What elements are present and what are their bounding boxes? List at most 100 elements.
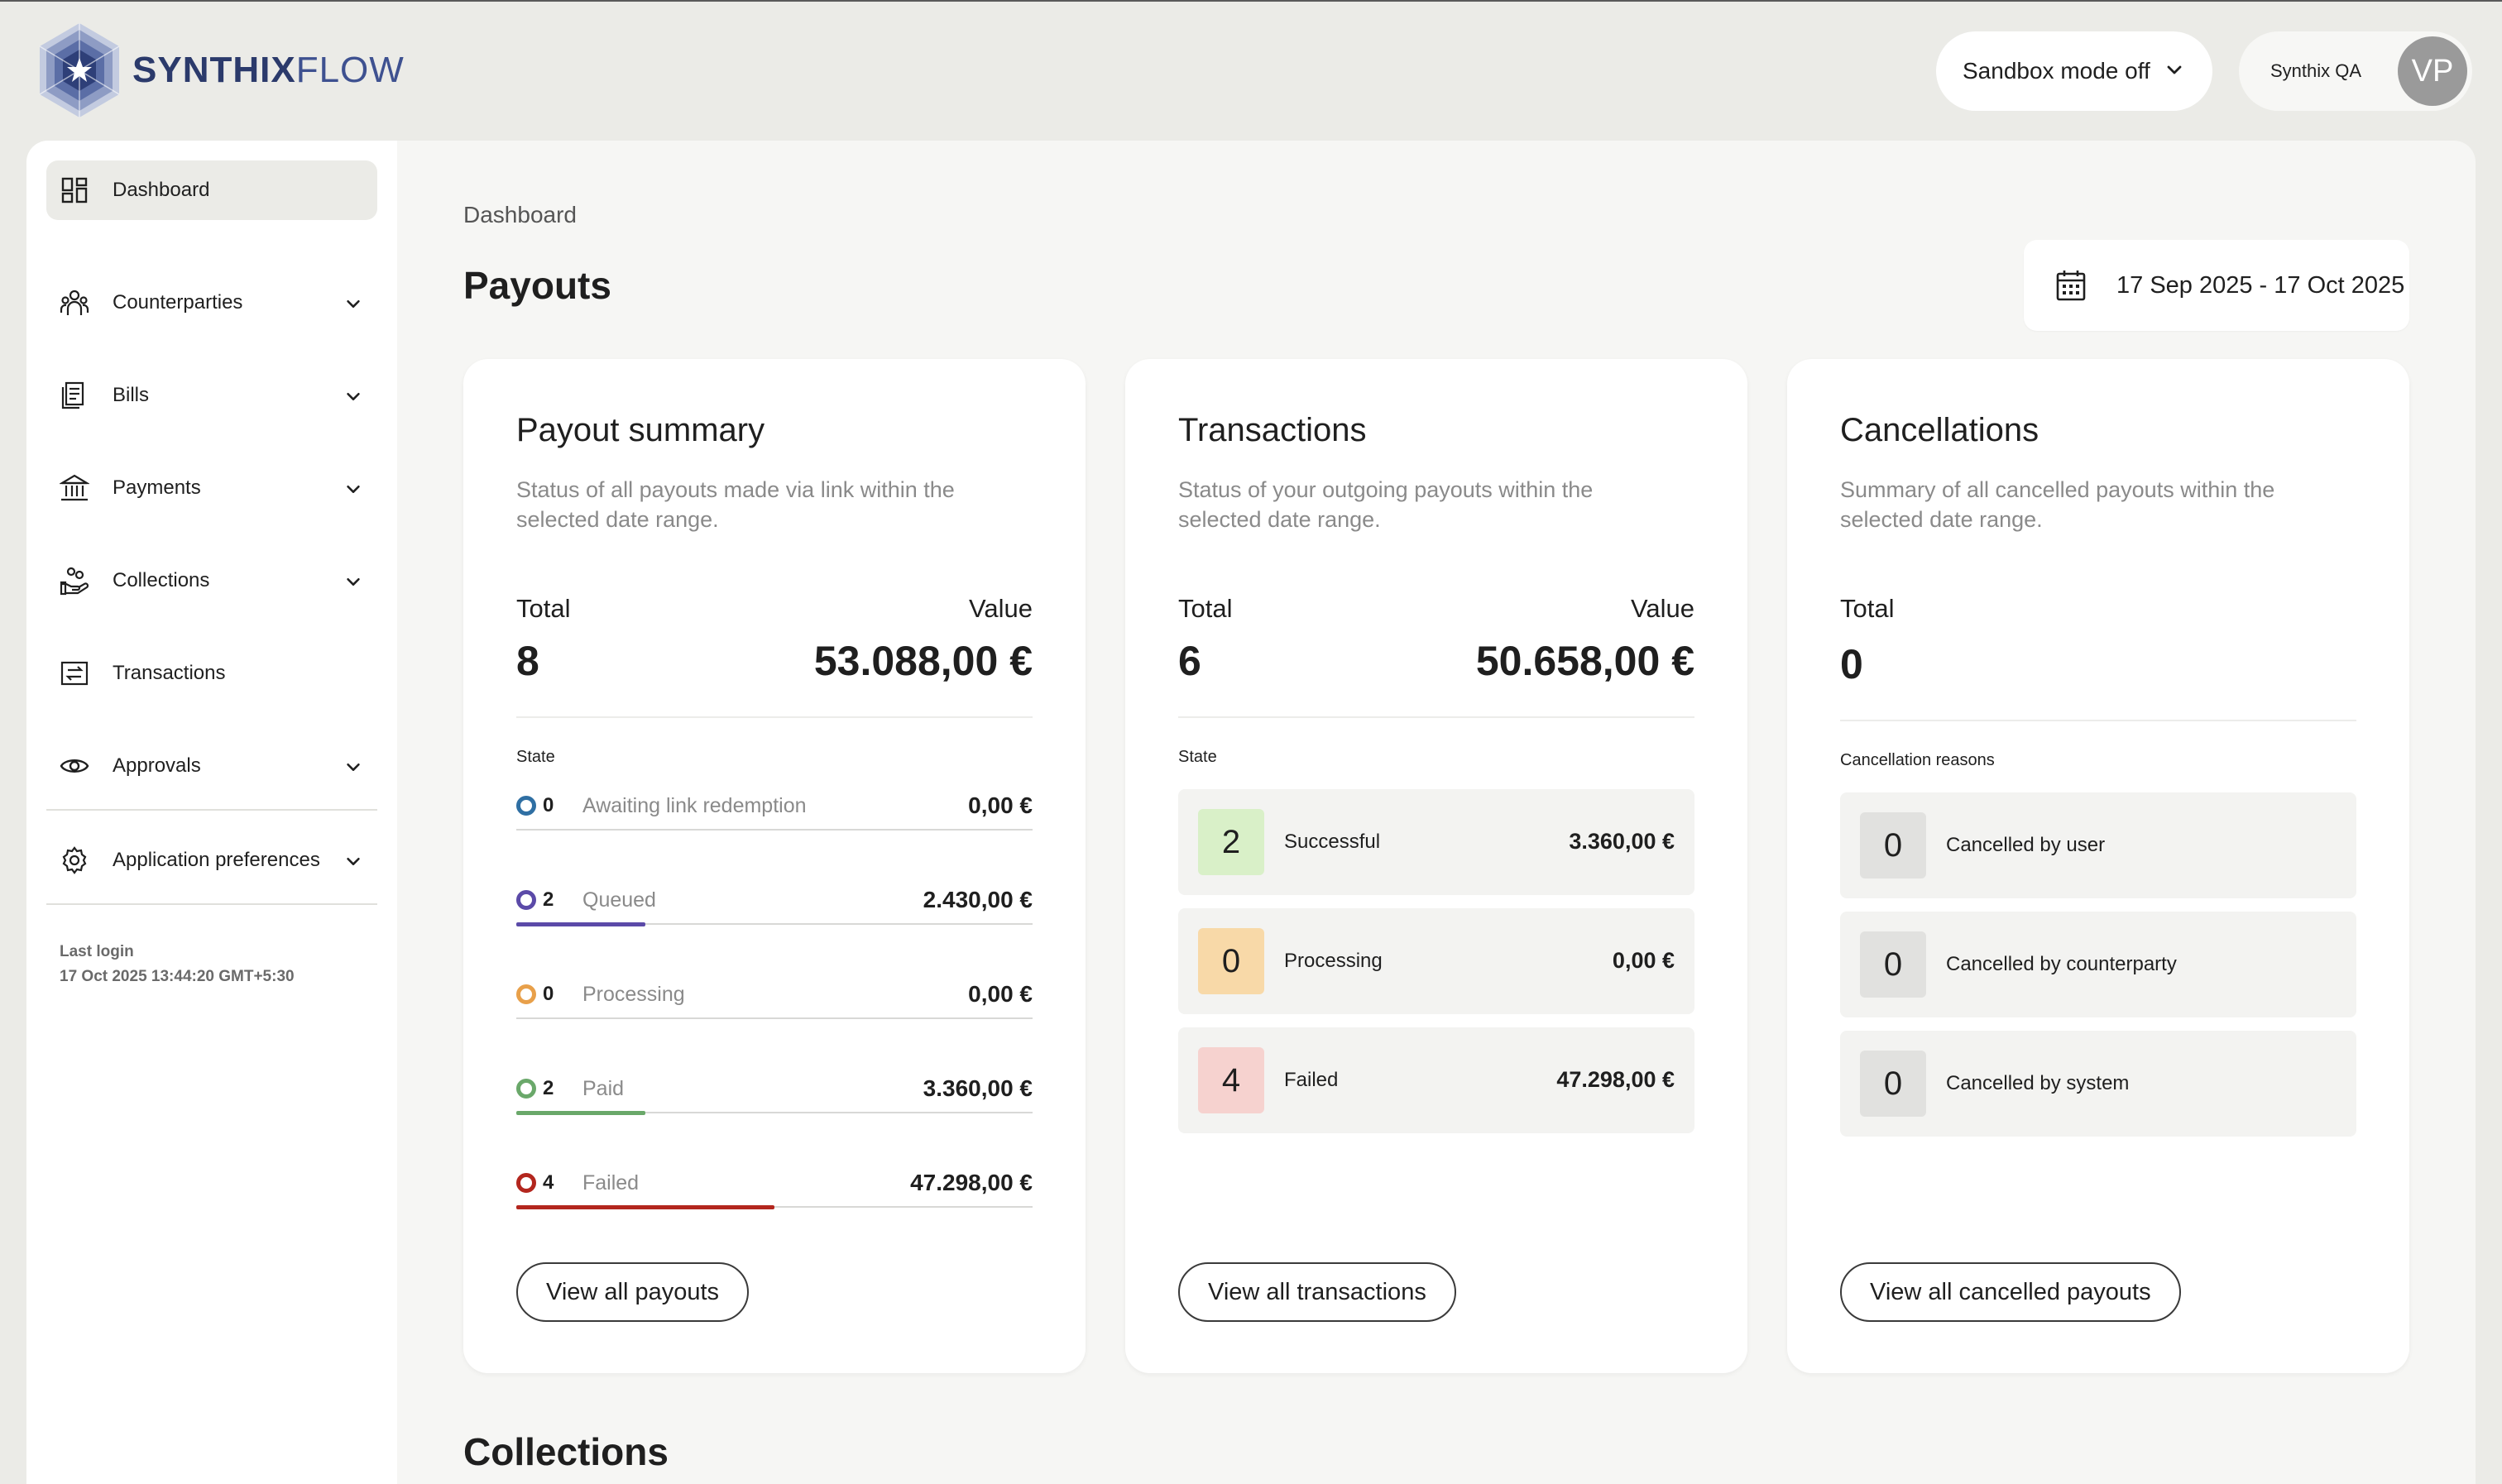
sidebar-divider: [46, 903, 377, 905]
sidebar-item-counterparties[interactable]: Counterparties: [46, 273, 377, 333]
state-label: Successful: [1284, 831, 1381, 853]
total-value: 53.088,00 €: [813, 638, 1033, 684]
chevron-down-icon: [347, 299, 360, 308]
date-range-picker[interactable]: 17 Sep 2025 - 17 Oct 2025: [2024, 240, 2409, 331]
view-all-cancelled-payouts-button[interactable]: View all cancelled payouts: [1840, 1262, 2181, 1322]
sidebar-item-label: Collections: [113, 569, 210, 591]
dashboard-icon: [61, 177, 88, 203]
chevron-down-icon: [347, 577, 360, 586]
app-logo[interactable]: SYNTHIXFLOW: [36, 22, 405, 119]
count-badge: 0: [1860, 1051, 1926, 1117]
state-amount: 0,00 €: [1612, 948, 1675, 973]
sidebar-item-label: Bills: [113, 384, 150, 406]
chevron-down-icon: [347, 485, 360, 493]
status-dot-icon: [516, 1079, 536, 1099]
transaction-state-row[interactable]: 2 Successful 3.360,00 €: [1178, 789, 1694, 895]
progress-fill: [516, 922, 645, 926]
user-menu[interactable]: Synthix QA VP: [2239, 31, 2472, 111]
card-divider: [516, 716, 1033, 718]
calendar-icon: [2056, 270, 2086, 301]
progress-fill: [516, 1111, 645, 1115]
sidebar-divider: [46, 809, 377, 811]
bills-icon: [61, 381, 84, 409]
value-label: Value: [969, 594, 1033, 623]
bank-icon: [60, 474, 89, 501]
payout-state-row: 0 Processing 0,00 €: [516, 976, 1033, 1026]
breadcrumb[interactable]: Dashboard: [463, 202, 577, 228]
state-amount: 47.298,00 €: [910, 1170, 1033, 1195]
payout-state-row: 2 Queued 2.430,00 €: [516, 882, 1033, 931]
page-title: Payouts: [463, 264, 611, 307]
state-label: Awaiting link redemption: [582, 794, 807, 817]
count-badge: 0: [1860, 812, 1926, 878]
progress-track: [516, 1017, 1033, 1019]
chevron-down-icon: [347, 392, 360, 400]
reason-label: Cancelled by system: [1946, 1072, 2130, 1094]
gear-icon: [62, 846, 87, 874]
sidebar-item-collections[interactable]: Collections: [46, 551, 377, 610]
transaction-state-row[interactable]: 4 Failed 47.298,00 €: [1178, 1027, 1694, 1133]
state-label: Paid: [582, 1077, 625, 1100]
state-label: Failed: [1284, 1069, 1339, 1091]
total-label: Total: [516, 594, 571, 623]
progress-track: [516, 829, 1033, 831]
sidebar-item-label: Dashboard: [113, 179, 210, 201]
sidebar-item-transactions[interactable]: Transactions: [46, 644, 377, 703]
card-divider: [1178, 716, 1694, 718]
sidebar-item-label: Application preferences: [113, 849, 320, 871]
chevron-down-icon: [2167, 65, 2182, 74]
state-count: 2: [543, 1077, 554, 1099]
sidebar-item-dashboard[interactable]: Dashboard: [46, 160, 377, 220]
total-count: 6: [1178, 638, 1201, 684]
state-amount: 47.298,00 €: [1556, 1067, 1675, 1092]
card-title: Transactions: [1178, 412, 1367, 448]
transfer-icon: [60, 661, 89, 686]
total-value: 50.658,00 €: [1475, 638, 1694, 684]
chevron-down-icon: [347, 763, 360, 771]
section-title-collections: Collections: [463, 1430, 669, 1473]
sidebar: Dashboard Counterparties Bills Payments …: [26, 141, 397, 1484]
total-label: Total: [1840, 594, 1895, 623]
status-dot-icon: [516, 890, 536, 910]
state-amount: 3.360,00 €: [1569, 829, 1675, 854]
app-shell: Dashboard Counterparties Bills Payments …: [26, 141, 2476, 1484]
total-count: 8: [516, 638, 539, 684]
card-description: Status of all payouts made via link with…: [516, 477, 955, 532]
state-label: Processing: [582, 983, 685, 1006]
cancellation-reason-row[interactable]: 0 Cancelled by user: [1840, 792, 2356, 898]
total-count: 0: [1840, 641, 1863, 687]
sidebar-item-approvals[interactable]: Approvals: [46, 736, 377, 796]
state-count: 4: [543, 1171, 554, 1194]
logo-wordmark: SYNTHIXFLOW: [132, 50, 405, 90]
view-all-payouts-button[interactable]: View all payouts: [516, 1262, 750, 1322]
avatar[interactable]: VP: [2398, 36, 2467, 106]
value-label: Value: [1631, 594, 1694, 623]
card-title: Payout summary: [516, 412, 765, 448]
count-badge: 0: [1860, 931, 1926, 998]
state-label: Failed: [582, 1171, 640, 1194]
reason-label: Cancelled by user: [1946, 834, 2106, 856]
state-count: 0: [543, 983, 554, 1005]
payout-state-row: 2 Paid 3.360,00 €: [516, 1070, 1033, 1120]
cancellation-reason-row[interactable]: 0 Cancelled by system: [1840, 1031, 2356, 1137]
transaction-state-row[interactable]: 0 Processing 0,00 €: [1178, 908, 1694, 1014]
status-dot-icon: [516, 1173, 536, 1193]
state-amount: 0,00 €: [968, 792, 1033, 818]
sidebar-item-payments[interactable]: Payments: [46, 458, 377, 518]
hand-coins-icon: [60, 567, 89, 596]
last-login-value: 17 Oct 2025 13:44:20 GMT+5:30: [60, 968, 295, 985]
last-login: Last login 17 Oct 2025 13:44:20 GMT+5:30: [60, 940, 295, 989]
cancellation-reason-row[interactable]: 0 Cancelled by counterparty: [1840, 912, 2356, 1017]
view-all-transactions-button[interactable]: View all transactions: [1178, 1262, 1456, 1322]
chevron-down-icon: [347, 857, 360, 865]
state-label: Queued: [582, 888, 656, 912]
state-count: 0: [543, 794, 554, 816]
sidebar-item-bills[interactable]: Bills: [46, 366, 377, 425]
sandbox-mode-dropdown[interactable]: Sandbox mode off: [1936, 31, 2212, 111]
card-divider: [1840, 720, 2356, 721]
logo-icon: [39, 23, 120, 117]
last-login-label: Last login: [60, 943, 134, 960]
sidebar-item-application-preferences[interactable]: Application preferences: [46, 831, 377, 890]
state-amount: 0,00 €: [968, 981, 1033, 1007]
card-title: Cancellations: [1840, 412, 2039, 448]
